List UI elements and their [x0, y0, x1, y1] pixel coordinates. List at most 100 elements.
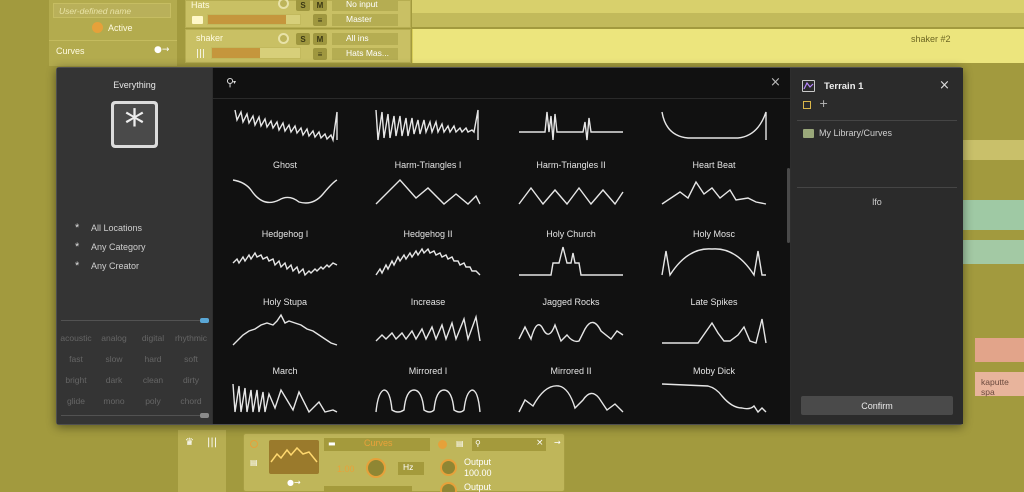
unit-select[interactable]: Hz — [398, 462, 424, 475]
close-icon[interactable]: × — [939, 78, 950, 93]
curve-browser-dialog: Everything * * All Locations * Any Categor… — [56, 67, 963, 425]
volume-fader[interactable] — [211, 47, 301, 59]
tag[interactable]: analog — [95, 333, 133, 343]
device-menu-icon[interactable]: ▤ — [250, 458, 258, 467]
divider — [797, 187, 957, 188]
curve-tile[interactable] — [215, 108, 355, 144]
filter-label: Any Category — [91, 242, 146, 252]
filter-category[interactable]: * Any Category — [75, 241, 146, 253]
curve-tile[interactable]: Jagged Rocks — [501, 297, 641, 347]
name-placeholder: User-defined name — [59, 6, 132, 16]
square-icon[interactable] — [803, 101, 811, 109]
curve-tile[interactable]: March — [215, 366, 355, 416]
collection-icon[interactable]: * — [111, 101, 158, 148]
scrollbar[interactable] — [787, 168, 790, 243]
output-knob-1[interactable] — [440, 459, 457, 476]
mute-button[interactable]: M — [313, 33, 327, 45]
solo-button[interactable]: S — [296, 33, 310, 45]
curve-tile[interactable]: Increase — [358, 297, 498, 347]
divider — [49, 40, 177, 41]
menu-icon[interactable]: ≡ — [313, 14, 327, 26]
tag[interactable]: rhythmic — [172, 333, 210, 343]
resize-handle[interactable] — [200, 318, 209, 323]
mute-button[interactable]: M — [313, 0, 327, 11]
arrow-icon[interactable]: → — [554, 438, 561, 447]
tag[interactable]: hard — [134, 354, 172, 364]
curve-tile[interactable]: Holy Mosc — [644, 229, 784, 279]
volume-fader[interactable] — [207, 14, 301, 25]
curve-name: Heart Beat — [692, 160, 736, 170]
tag[interactable]: mono — [95, 396, 133, 406]
curve-tile[interactable]: Heart Beat — [644, 160, 784, 210]
location-path[interactable]: My Library/Curves — [819, 128, 892, 138]
filter-creator[interactable]: * Any Creator — [75, 260, 139, 272]
folder-icon — [192, 16, 203, 24]
tag[interactable]: dark — [95, 375, 133, 385]
rate-knob[interactable] — [366, 458, 386, 478]
curve-tile[interactable]: Hedgehog II — [358, 229, 498, 279]
curve-thumb — [662, 318, 767, 344]
name-input[interactable]: User-defined name — [53, 3, 171, 18]
curve-tile[interactable] — [644, 108, 784, 144]
mod-out-icon[interactable]: ●→ — [287, 478, 301, 487]
curve-tile[interactable]: Ghost — [215, 160, 355, 210]
tag[interactable]: slow — [95, 354, 133, 364]
list-icon[interactable]: ▤ — [456, 439, 464, 448]
search-input[interactable] — [245, 76, 745, 90]
record-arm[interactable] — [278, 0, 289, 9]
solo-button[interactable]: S — [296, 0, 310, 11]
power-icon[interactable] — [250, 440, 258, 448]
tag[interactable]: acoustic — [57, 333, 95, 343]
curve-tile[interactable]: Holy Church — [501, 229, 641, 279]
close-icon[interactable]: × — [770, 75, 781, 90]
filter-locations[interactable]: * All Locations — [75, 222, 142, 234]
plus-icon[interactable]: + — [819, 97, 828, 110]
close-icon[interactable]: × — [536, 438, 544, 448]
modulation-knob-icon[interactable] — [438, 440, 447, 449]
curve-tile[interactable]: Moby Dick — [644, 366, 784, 416]
curve-tile[interactable]: Hedgehog I — [215, 229, 355, 279]
confirm-button[interactable]: Confirm — [801, 396, 953, 415]
curve-thumb — [518, 186, 624, 206]
tag-cloud: acoustic analog digital rhythmic fast sl… — [57, 330, 212, 410]
curve-tile[interactable] — [501, 108, 641, 144]
search-bar[interactable]: ⚲ ▾ × — [213, 68, 790, 99]
input-select[interactable]: All ins — [332, 33, 398, 45]
curve-tile[interactable] — [358, 108, 498, 144]
tag[interactable]: glide — [57, 396, 95, 406]
tag[interactable]: chord — [172, 396, 210, 406]
instrument-icon: ||| — [207, 437, 218, 448]
curve-tile[interactable]: Harm-Triangles II — [501, 160, 641, 210]
clip-label: shaker #2 — [911, 34, 951, 44]
resize-handle-bottom[interactable] — [200, 413, 209, 418]
curve-tile[interactable]: Mirrored II — [501, 366, 641, 416]
curves-device[interactable]: ▤ ●→ ▬ Curves 1.00 Hz ▤ ⚲ × → Output 100… — [243, 433, 565, 492]
active-toggle[interactable]: Active — [92, 22, 133, 33]
output-knob-2[interactable] — [440, 482, 457, 492]
tag[interactable]: dirty — [172, 375, 210, 385]
output-select[interactable]: Master — [332, 14, 398, 26]
input-label: All ins — [346, 33, 369, 43]
curve-tile[interactable]: Late Spikes — [644, 297, 784, 347]
tag[interactable]: clean — [134, 375, 172, 385]
tag[interactable]: digital — [134, 333, 172, 343]
collection-title: Everything — [113, 80, 156, 90]
mod-search[interactable]: ⚲ × — [472, 438, 546, 451]
track-header-shaker[interactable]: shaker ||| S M ≡ All ins Hats Mas... — [185, 29, 411, 63]
curve-tile[interactable]: Mirrored I — [358, 366, 498, 416]
tag[interactable]: poly — [134, 396, 172, 406]
input-select[interactable]: No input — [332, 0, 398, 11]
modulation-icon[interactable]: ●→ — [154, 45, 169, 55]
curve-thumb — [232, 383, 338, 414]
output-select[interactable]: Hats Mas... — [332, 48, 398, 60]
tag[interactable]: bright — [57, 375, 95, 385]
curve-tile[interactable]: Holy Stupa — [215, 297, 355, 347]
tag[interactable]: fast — [57, 354, 95, 364]
record-arm[interactable] — [278, 33, 289, 44]
curve-thumb — [375, 314, 481, 342]
curve-tile[interactable]: Harm-Triangles I — [358, 160, 498, 210]
tag[interactable]: soft — [172, 354, 210, 364]
track-header-hats[interactable]: Hats S M ≡ No input Master — [185, 0, 411, 28]
curve-preview[interactable] — [269, 440, 319, 474]
menu-icon[interactable]: ≡ — [313, 48, 327, 60]
